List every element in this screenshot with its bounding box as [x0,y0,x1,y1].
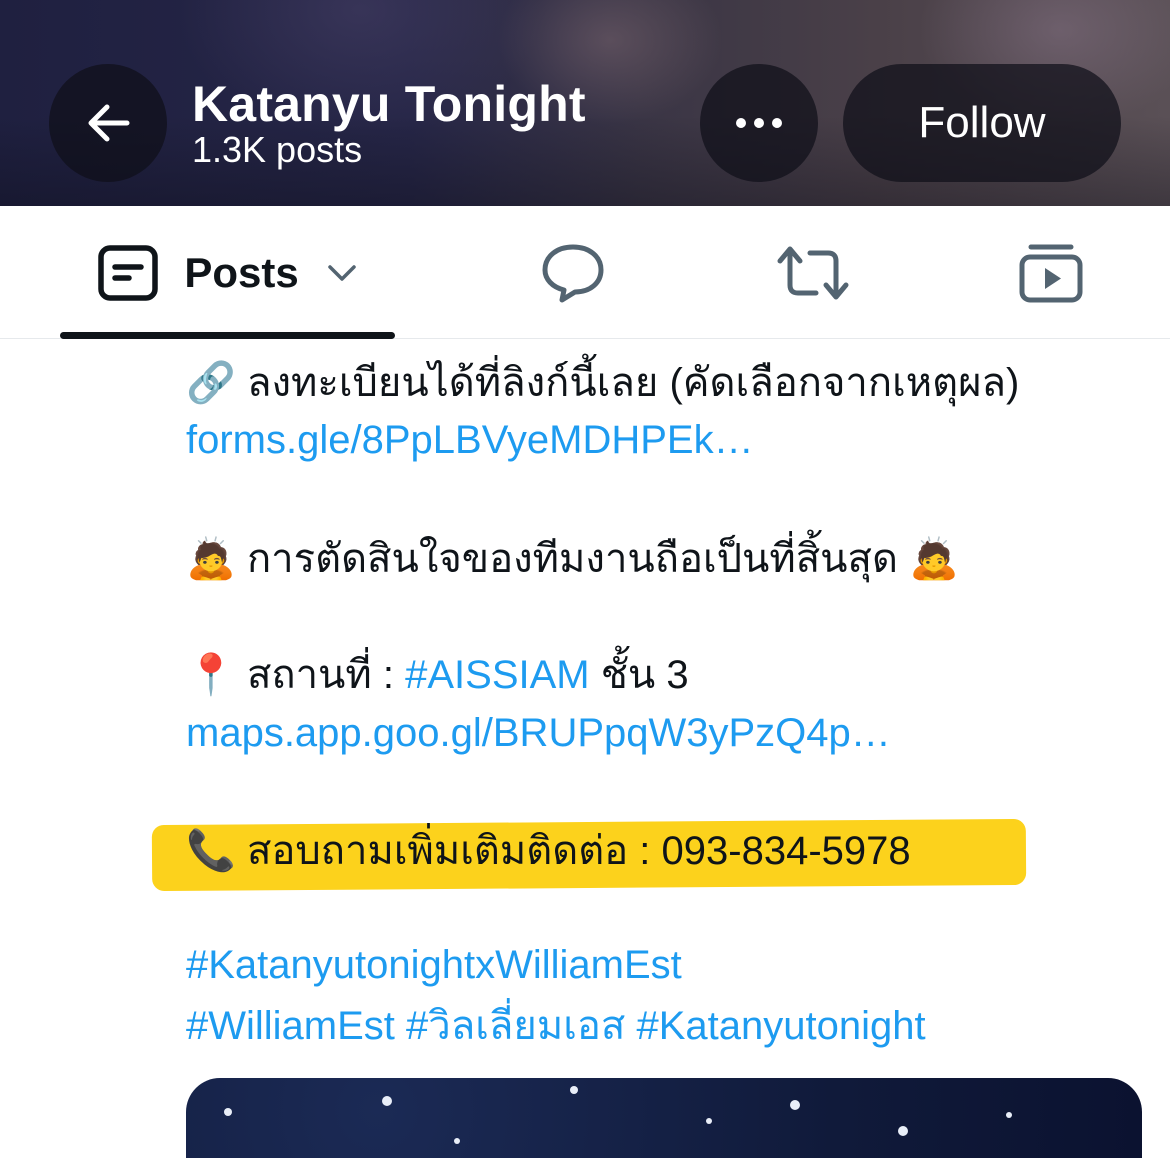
tab-replies[interactable] [510,206,636,339]
register-link[interactable]: forms.gle/8PpLBVyeMDHPEk… [186,416,754,464]
hashtag-line: #WilliamEst #วิลเลี่ยมเอส #Katanyutonigh… [186,1002,926,1050]
post-count: 1.3K posts [192,129,363,170]
posts-tab-icon [98,244,159,301]
back-button[interactable] [49,64,167,182]
follow-button[interactable]: Follow [843,64,1121,182]
active-tab-indicator [60,332,395,339]
post-body: 🔗 ลงทะเบียนได้ที่ลิงก์นี้เลย (คัดเลือกจา… [0,339,1170,1158]
telephone-icon: 📞 [186,828,236,874]
location-prefix: สถานที่ : [246,653,406,697]
pin-icon: 📍 [186,652,236,698]
more-options-button[interactable] [700,64,818,182]
speech-bubble-icon [542,244,604,302]
link-emoji-icon: 🔗 [186,360,236,406]
hashtag-katanyutonight[interactable]: #Katanyutonight [636,1004,925,1048]
decision-line: 🙇 การตัดสินใจของทีมงานถือเป็นที่สิ้นสุด … [186,535,959,583]
tab-media[interactable] [988,206,1114,339]
post-media-image[interactable] [186,1078,1142,1158]
location-suffix: ชั้น 3 [589,653,689,697]
contact-line: 📞 สอบถามเพิ่มเติมติดต่อ : 093-834-5978 [186,827,911,875]
tab-posts[interactable]: Posts [60,206,395,339]
decision-text: การตัดสินใจของทีมงานถือเป็นที่สิ้นสุด [246,537,898,581]
profile-tabs: Posts [0,206,1170,339]
profile-header-banner: Katanyu Tonight 1.3K posts Follow [0,0,1170,206]
repost-icon [777,246,849,299]
maps-link[interactable]: maps.app.goo.gl/BRUPpqW3yPzQ4p… [186,709,891,757]
contact-text: สอบถามเพิ่มเติมติดต่อ : 093-834-5978 [246,829,911,873]
register-line: 🔗 ลงทะเบียนได้ที่ลิงก์นี้เลย (คัดเลือกจา… [186,359,1019,407]
location-line: 📍 สถานที่ : #AISSIAM ชั้น 3 [186,651,689,699]
profile-name: Katanyu Tonight [192,76,586,132]
hashtag-williamest[interactable]: #WilliamEst [186,1004,395,1048]
arrow-left-icon [88,104,130,142]
hashtag-katanyutonightxwilliamest[interactable]: #KatanyutonightxWilliamEst [186,941,682,989]
register-text: ลงทะเบียนได้ที่ลิงก์นี้เลย (คัดเลือกจากเ… [246,361,1020,405]
hashtag-thai-williamest[interactable]: #วิลเลี่ยมเอส [406,1004,625,1048]
more-horizontal-icon [736,118,782,128]
bowing-person-icon: 🙇 [186,536,236,582]
bowing-person-icon-end: 🙇 [909,536,959,582]
tab-posts-label: Posts [184,248,299,296]
profile-title-block: Katanyu Tonight 1.3K posts [192,76,586,170]
tab-reposts[interactable] [750,206,876,339]
hashtag-aissiam[interactable]: #AISSIAM [405,653,590,697]
video-play-icon [1019,244,1083,302]
chevron-down-icon [327,264,356,281]
